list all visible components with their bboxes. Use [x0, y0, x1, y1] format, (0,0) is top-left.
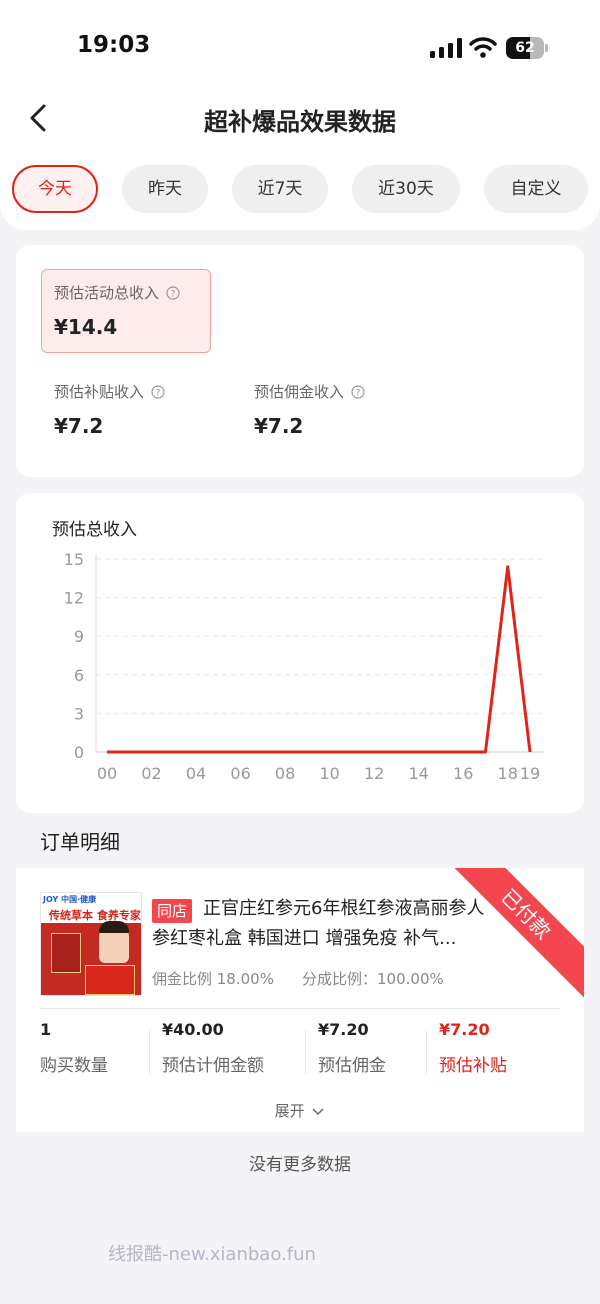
revenue-line-chart: 0 3 6 9 12 15 00 02 04 06 08 10 12 14 16 18 19 — [64, 550, 544, 783]
commission-ratio: 佣金比例 18.00% — [152, 970, 274, 988]
x-tick-label: 10 — [319, 764, 339, 783]
x-tick-label: 16 — [453, 764, 473, 783]
battery-level: 62 — [515, 40, 535, 56]
product-name: 正官庄红参元6年根红参液高丽参人参红枣礼盒 韩国进口 增强免疫 补气... — [152, 898, 485, 949]
y-tick-label: 3 — [74, 704, 84, 723]
subsidy-revenue: 预估补贴收入 ? ¥7.2 — [54, 381, 165, 438]
split-ratio: 分成比例：100.00% — [302, 970, 444, 988]
help-icon[interactable]: ? — [151, 384, 165, 399]
divider — [40, 1008, 560, 1009]
help-icon[interactable]: ? — [351, 384, 365, 399]
status-bar: 19:03 62 — [0, 0, 600, 90]
subsidy-revenue-label: 预估补贴收入 — [54, 383, 145, 401]
x-tick-label: 18 — [498, 764, 518, 783]
y-tick-label: 0 — [74, 743, 84, 762]
thumb-brand: JOY 中国·健康 — [43, 895, 97, 904]
date-range-tabs: 今天 昨天 近7天 近30天 自定义 — [0, 150, 600, 230]
x-tick-label: 19 — [520, 764, 540, 783]
commission-revenue-label: 预估佣金收入 — [254, 383, 345, 401]
tab-custom[interactable]: 自定义 — [484, 165, 588, 213]
store-tag: 同店 — [152, 899, 193, 923]
nav-bar: 超补爆品效果数据 — [0, 90, 600, 150]
thumb-slogan: 传统草本 食养专家 — [49, 909, 141, 922]
y-tick-label: 12 — [64, 589, 84, 608]
subsidy-revenue-value: ¥7.2 — [54, 414, 104, 438]
total-revenue-value: ¥14.4 — [54, 315, 118, 339]
total-revenue-label: 预估活动总收入 — [54, 284, 160, 302]
y-tick-label: 9 — [74, 627, 84, 646]
x-tick-label: 08 — [275, 764, 295, 783]
expand-button[interactable]: 展开 — [16, 1100, 584, 1121]
stat-quantity: 1 购买数量 — [40, 1020, 108, 1076]
tab-yesterday[interactable]: 昨天 — [122, 165, 208, 213]
tab-last-30-days[interactable]: 近30天 — [352, 165, 460, 213]
chevron-down-icon — [312, 1107, 324, 1115]
order-details-title: 订单明细 — [40, 830, 120, 854]
expand-label: 展开 — [274, 1102, 305, 1120]
series-line — [107, 565, 532, 754]
y-tick-label: 15 — [64, 550, 84, 569]
product-image: JOY 中国·健康 传统草本 食养专家 — [40, 892, 142, 996]
x-tick-label: 12 — [364, 764, 384, 783]
page-title: 超补爆品效果数据 — [204, 108, 396, 136]
stat-commission: ¥7.20 预估佣金 — [318, 1020, 386, 1076]
tab-last-7-days[interactable]: 近7天 — [232, 165, 328, 213]
wifi-icon — [469, 37, 497, 58]
commission-revenue: 预估佣金收入 ? ¥7.2 — [254, 381, 365, 438]
svg-text:?: ? — [356, 388, 361, 398]
revenue-chart-card: 预估总收入 0 3 6 9 12 15 00 02 04 06 08 10 12 14 16 18 19 — [16, 493, 584, 813]
x-tick-label: 02 — [141, 764, 161, 783]
stat-commission-base: ¥40.00 预估计佣金额 — [162, 1020, 264, 1076]
svg-text:?: ? — [171, 289, 176, 299]
tab-today[interactable]: 今天 — [12, 165, 98, 213]
revenue-summary-card: 预估活动总收入 ? ¥14.4 预估补贴收入 ? ¥7.2 预估佣金收入 ? ¥… — [16, 245, 584, 477]
battery-icon: 62 — [506, 37, 548, 59]
svg-text:?: ? — [156, 388, 161, 398]
status-time: 19:03 — [77, 32, 151, 58]
help-icon[interactable]: ? — [166, 285, 180, 300]
watermark: 线报酷-new.xianbao.fun — [108, 1244, 316, 1265]
x-tick-label: 00 — [97, 764, 117, 783]
total-revenue-box: 预估活动总收入 ? ¥14.4 — [41, 269, 211, 353]
order-card[interactable]: 已付款 JOY 中国·健康 传统草本 食养专家 正官庄红参元6年根红参液高丽参人… — [16, 868, 584, 1132]
no-more-data: 没有更多数据 — [249, 1155, 351, 1175]
signal-icon — [430, 38, 462, 58]
stat-subsidy: ¥7.20 预估补贴 — [439, 1020, 507, 1076]
y-tick-label: 6 — [74, 666, 84, 685]
x-tick-label: 06 — [230, 764, 250, 783]
commission-revenue-value: ¥7.2 — [254, 414, 304, 438]
x-tick-label: 04 — [186, 764, 206, 783]
x-tick-label: 14 — [409, 764, 429, 783]
